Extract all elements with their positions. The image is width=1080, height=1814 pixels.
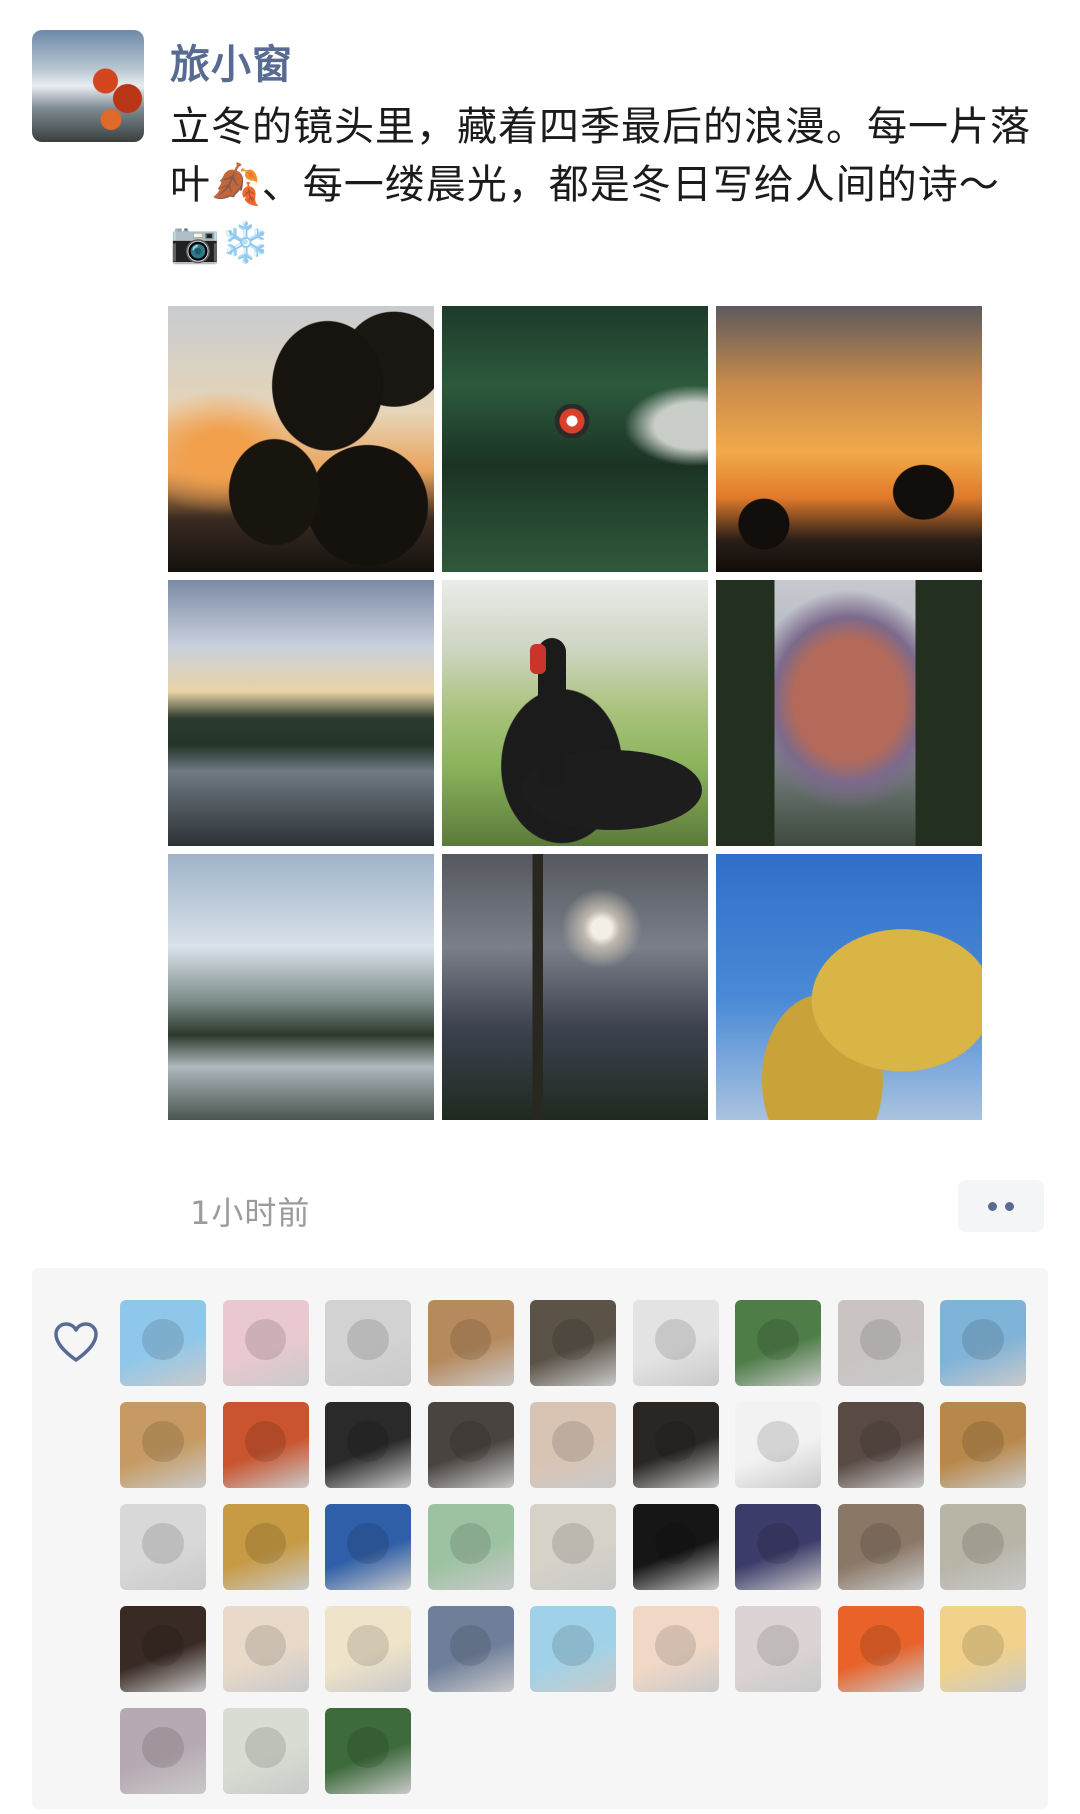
liker-avatar[interactable] bbox=[940, 1504, 1026, 1590]
liker-avatar[interactable] bbox=[940, 1606, 1026, 1692]
photo-black-swan[interactable] bbox=[442, 580, 708, 846]
liker-avatar[interactable] bbox=[120, 1708, 206, 1794]
liker-avatar[interactable] bbox=[530, 1504, 616, 1590]
dot-icon bbox=[988, 1201, 997, 1211]
photo-lake-dusk[interactable] bbox=[168, 580, 434, 846]
photo-orange-sunset[interactable] bbox=[716, 306, 982, 572]
liker-avatar[interactable] bbox=[530, 1402, 616, 1488]
liker-avatar[interactable] bbox=[222, 1402, 309, 1488]
liker-avatar[interactable] bbox=[222, 1504, 309, 1590]
liker-avatar[interactable] bbox=[837, 1402, 924, 1488]
liker-avatar[interactable] bbox=[632, 1300, 719, 1386]
butterfly bbox=[554, 404, 590, 438]
liker-avatar[interactable] bbox=[735, 1504, 821, 1590]
liker-avatar[interactable] bbox=[735, 1402, 821, 1488]
liker-avatar[interactable] bbox=[120, 1504, 206, 1590]
liker-avatar[interactable] bbox=[325, 1606, 411, 1692]
liker-avatar-grid bbox=[120, 1300, 1026, 1794]
photo-butterfly-water[interactable] bbox=[442, 306, 708, 572]
liker-avatar[interactable] bbox=[325, 1504, 411, 1590]
photo-lake-hills[interactable] bbox=[168, 854, 434, 1120]
liker-avatar[interactable] bbox=[427, 1402, 514, 1488]
liker-avatar[interactable] bbox=[837, 1504, 924, 1590]
liker-avatar[interactable] bbox=[222, 1300, 309, 1386]
author-avatar[interactable] bbox=[32, 30, 144, 142]
author-name[interactable]: 旅小窗 bbox=[170, 32, 293, 90]
liker-avatar[interactable] bbox=[837, 1606, 924, 1692]
liker-avatar[interactable] bbox=[325, 1300, 411, 1386]
liker-avatar[interactable] bbox=[120, 1402, 206, 1488]
liker-avatar[interactable] bbox=[427, 1606, 514, 1692]
liker-avatar[interactable] bbox=[735, 1606, 821, 1692]
photo-grid bbox=[168, 306, 982, 1120]
autumn-leaves-decoration bbox=[89, 60, 144, 130]
photo-snow-mountain[interactable] bbox=[716, 580, 982, 846]
liker-avatar[interactable] bbox=[940, 1300, 1026, 1386]
photo-sunset-tree[interactable] bbox=[168, 306, 434, 572]
liker-avatar[interactable] bbox=[325, 1708, 411, 1794]
post-text: 立冬的镜头里，藏着四季最后的浪漫。每一片落叶🍂、每一缕晨光，都是冬日写给人间的诗… bbox=[170, 104, 1031, 266]
liker-avatar[interactable] bbox=[632, 1504, 719, 1590]
heart-outline-icon bbox=[54, 1322, 98, 1362]
likes-panel bbox=[32, 1268, 1048, 1809]
liker-avatar[interactable] bbox=[632, 1606, 719, 1692]
liker-avatar[interactable] bbox=[940, 1402, 1026, 1488]
liker-avatar[interactable] bbox=[325, 1402, 411, 1488]
liker-avatar[interactable] bbox=[632, 1402, 719, 1488]
more-actions-button[interactable] bbox=[958, 1180, 1044, 1232]
liker-avatar[interactable] bbox=[222, 1708, 309, 1794]
swan-beak bbox=[530, 644, 546, 674]
liker-avatar[interactable] bbox=[222, 1606, 309, 1692]
photo-moon-clouds[interactable] bbox=[442, 854, 708, 1120]
liker-avatar[interactable] bbox=[120, 1606, 206, 1692]
dot-icon bbox=[1005, 1201, 1014, 1211]
post-timestamp: 1小时前 bbox=[190, 1194, 311, 1232]
photo-golden-tree[interactable] bbox=[716, 854, 982, 1120]
liker-avatar[interactable] bbox=[427, 1504, 514, 1590]
liker-avatar[interactable] bbox=[530, 1606, 616, 1692]
liker-avatar[interactable] bbox=[120, 1300, 206, 1386]
liker-avatar[interactable] bbox=[735, 1300, 821, 1386]
liker-avatar[interactable] bbox=[530, 1300, 616, 1386]
liker-avatar[interactable] bbox=[427, 1300, 514, 1386]
liker-avatar[interactable] bbox=[837, 1300, 924, 1386]
